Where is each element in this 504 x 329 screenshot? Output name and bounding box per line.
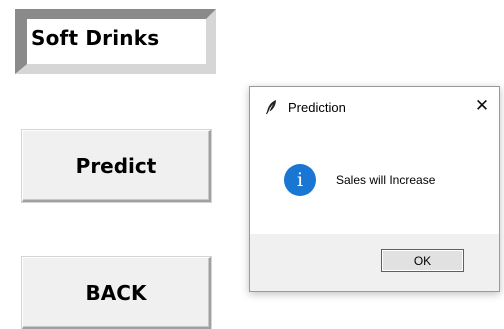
dialog-message: Sales will Increase [336, 173, 436, 187]
dialog-footer: OK [250, 234, 499, 291]
prediction-dialog: Prediction ✕ i Sales will Increase OK [249, 86, 500, 292]
close-button[interactable]: ✕ [465, 87, 499, 125]
predict-button[interactable]: Predict [22, 130, 211, 202]
back-button-label: BACK [85, 280, 147, 305]
back-button[interactable]: BACK [22, 257, 211, 329]
close-icon: ✕ [474, 96, 490, 116]
info-icon-glyph: i [296, 169, 304, 191]
category-label-text: Soft Drinks [31, 26, 160, 50]
ok-button[interactable]: OK [381, 249, 464, 272]
predict-button-label: Predict [75, 153, 157, 178]
info-icon: i [284, 164, 316, 196]
feather-icon [265, 100, 276, 115]
dialog-title: Prediction [288, 100, 346, 115]
category-label: Soft Drinks [15, 9, 216, 74]
dialog-body: i Sales will Increase [250, 127, 499, 234]
dialog-titlebar[interactable]: Prediction ✕ [250, 87, 499, 127]
ok-button-label: OK [413, 253, 432, 268]
